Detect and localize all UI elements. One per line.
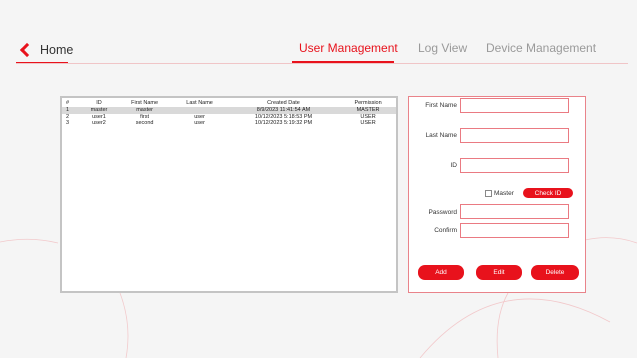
- confirm-password-field[interactable]: [460, 223, 569, 238]
- table-header-row: # ID First Name Last Name Created Date P…: [62, 98, 396, 107]
- id-field[interactable]: [460, 158, 569, 173]
- master-checkbox[interactable]: [485, 190, 492, 197]
- user-form-panel: First Name Last Name ID Master Check ID …: [408, 96, 586, 293]
- cell-created-date: 10/12/2023 5:19:32 PM: [254, 120, 313, 126]
- col-header-last-name[interactable]: Last Name: [172, 98, 227, 107]
- col-header-permission[interactable]: Permission: [340, 98, 396, 107]
- col-header-number[interactable]: #: [62, 98, 81, 107]
- tab-device-management[interactable]: Device Management: [486, 41, 596, 55]
- last-name-label: Last Name: [425, 132, 457, 139]
- cell-number: 3: [66, 120, 70, 126]
- id-label: ID: [450, 162, 458, 169]
- table-row[interactable]: 3 user2 second user 10/12/2023 5:19:32 P…: [62, 120, 396, 127]
- col-header-first-name[interactable]: First Name: [117, 98, 172, 107]
- first-name-field[interactable]: [460, 98, 569, 113]
- home-label: Home: [40, 43, 74, 57]
- col-header-created-date[interactable]: Created Date: [227, 98, 340, 107]
- cell-id: user2: [92, 120, 106, 126]
- tab-user-management[interactable]: User Management: [299, 41, 398, 55]
- delete-button[interactable]: Delete: [531, 265, 579, 280]
- cell-permission: USER: [360, 120, 376, 126]
- password-field[interactable]: [460, 204, 569, 219]
- user-table: # ID First Name Last Name Created Date P…: [62, 98, 396, 127]
- edit-button[interactable]: Edit: [476, 265, 522, 280]
- master-checkbox-row[interactable]: Master: [485, 190, 514, 197]
- confirm-label: Confirm: [434, 227, 457, 234]
- chevron-left-icon: [19, 42, 35, 58]
- user-table-panel[interactable]: # ID First Name Last Name Created Date P…: [60, 96, 398, 293]
- check-id-button[interactable]: Check ID: [523, 188, 573, 198]
- header-divider: [16, 63, 628, 64]
- col-header-id[interactable]: ID: [81, 98, 117, 107]
- home-button[interactable]: Home: [16, 38, 73, 62]
- cell-last-name: user: [194, 120, 205, 126]
- master-label: Master: [494, 190, 514, 197]
- tab-log-view[interactable]: Log View: [418, 41, 467, 55]
- last-name-field[interactable]: [460, 128, 569, 143]
- add-button[interactable]: Add: [418, 265, 464, 280]
- cell-first-name: second: [135, 120, 154, 126]
- password-label: Password: [428, 209, 457, 216]
- first-name-label: First Name: [425, 102, 457, 109]
